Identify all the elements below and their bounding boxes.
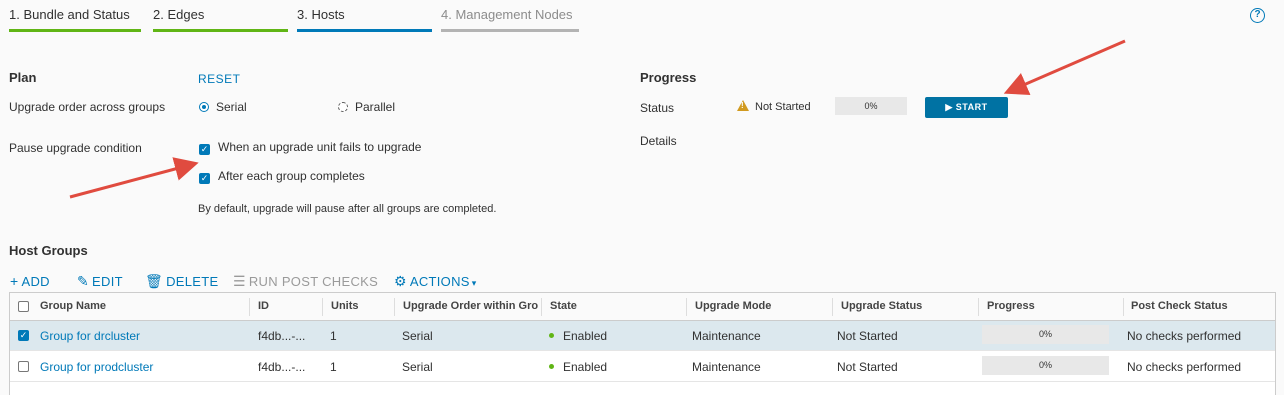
details-label: Details [640, 134, 677, 148]
chevron-down-icon: ▾ [471, 278, 477, 288]
run-post-checks-button[interactable]: ☰ RUN POST CHECKS [233, 273, 378, 290]
parallel-label: Parallel [355, 100, 396, 114]
host-groups-title: Host Groups [9, 243, 88, 258]
table-row[interactable]: Group for prodcluster f4db...-... 1 Seri… [10, 352, 1275, 382]
column-header[interactable]: Progress [987, 300, 1035, 312]
warning-icon [737, 100, 749, 111]
delete-label: DELETE [166, 274, 219, 289]
column-header[interactable]: Upgrade Mode [695, 300, 771, 312]
actions-label: ACTIONS [409, 274, 470, 289]
radio-selected-icon [199, 102, 209, 112]
checklist-icon: ☰ [233, 273, 246, 289]
parallel-radio[interactable]: Parallel [338, 100, 395, 114]
delete-button[interactable]: 🗑 DELETE [145, 273, 218, 290]
pause-after-group-label: After each group completes [218, 169, 365, 183]
group-status: Not Started [837, 360, 898, 374]
help-icon[interactable]: ? [1250, 8, 1265, 23]
pause-on-fail-label: When an upgrade unit fails to upgrade [218, 140, 422, 154]
select-all-checkbox[interactable] [18, 301, 29, 312]
overall-progress-bar: 0% [835, 97, 907, 115]
column-header[interactable]: Group Name [40, 300, 240, 312]
column-header[interactable]: Units [331, 300, 359, 312]
group-mode: Maintenance [692, 360, 761, 374]
add-button[interactable]: + ADD [10, 273, 50, 289]
group-name-link[interactable]: Group for prodcluster [40, 360, 153, 374]
serial-label: Serial [216, 100, 247, 114]
step-label: 4. Management Nodes [441, 7, 573, 22]
run-post-checks-label: RUN POST CHECKS [248, 274, 379, 289]
step-label: 1. Bundle and Status [9, 7, 130, 22]
plus-icon: + [10, 273, 19, 289]
step-edges[interactable]: 2. Edges [153, 0, 288, 32]
progress-title: Progress [640, 70, 697, 85]
group-mode: Maintenance [692, 329, 761, 343]
pause-on-fail-checkbox[interactable]: ✓ When an upgrade unit fails to upgrade [199, 140, 421, 155]
column-header[interactable]: State [550, 300, 577, 312]
state-text: Enabled [563, 329, 608, 343]
table-row[interactable]: ✓ Group for drcluster f4db...-... 1 Seri… [10, 321, 1275, 351]
arrow-to-pause-checkbox [69, 157, 199, 199]
group-post-check: No checks performed [1127, 360, 1242, 374]
row-checkbox-checked-icon[interactable]: ✓ [18, 330, 29, 341]
pause-default-note: By default, upgrade will pause after all… [198, 203, 497, 215]
pause-after-group-checkbox[interactable]: ✓ After each group completes [199, 169, 365, 184]
actions-dropdown[interactable]: ⚙ ACTIONS ▾ [394, 273, 477, 290]
group-order: Serial [402, 360, 433, 374]
group-order: Serial [402, 329, 433, 343]
status-value: Not Started [737, 100, 811, 113]
state-text: Enabled [563, 360, 608, 374]
radio-unselected-icon [338, 102, 348, 112]
host-groups-table: Group Name ID Units Upgrade Order within… [9, 292, 1276, 395]
gear-icon: ⚙ [394, 273, 407, 289]
checkbox-checked-icon: ✓ [199, 173, 210, 184]
plan-title: Plan [9, 70, 37, 85]
step-hosts[interactable]: 3. Hosts [297, 0, 432, 32]
edit-label: EDIT [92, 274, 123, 289]
status-label: Status [640, 101, 675, 115]
column-header[interactable]: Upgrade Status [841, 300, 922, 312]
step-label: 3. Hosts [297, 7, 345, 22]
upgrade-order-label: Upgrade order across groups [9, 100, 166, 114]
trash-icon: 🗑 [145, 273, 164, 289]
group-status: Not Started [837, 329, 898, 343]
group-id: f4db...-... [258, 329, 306, 343]
reset-link[interactable]: RESET [198, 72, 241, 86]
arrow-to-start-button [1003, 39, 1126, 96]
pause-condition-label: Pause upgrade condition [9, 141, 142, 155]
column-header[interactable]: ID [258, 300, 269, 312]
enabled-dot-icon [549, 333, 554, 338]
step-management-nodes[interactable]: 4. Management Nodes [441, 0, 579, 32]
serial-radio[interactable]: Serial [199, 100, 247, 114]
pencil-icon: ✎ [77, 273, 90, 289]
start-button[interactable]: ▶ START [925, 97, 1008, 118]
step-bundle-and-status[interactable]: 1. Bundle and Status [9, 0, 141, 32]
group-units: 1 [330, 360, 337, 374]
group-state: Enabled [549, 329, 607, 343]
group-id: f4db...-... [258, 360, 306, 374]
column-header[interactable]: Post Check Status [1131, 300, 1228, 312]
group-name-link[interactable]: Group for drcluster [40, 329, 140, 343]
step-label: 2. Edges [153, 7, 205, 22]
group-progress-bar: 0% [982, 356, 1109, 375]
status-text: Not Started [755, 101, 811, 113]
group-state: Enabled [549, 360, 607, 374]
checkbox-checked-icon: ✓ [199, 144, 210, 155]
table-header: Group Name ID Units Upgrade Order within… [10, 293, 1275, 321]
group-units: 1 [330, 329, 337, 343]
group-progress-bar: 0% [982, 325, 1109, 344]
edit-button[interactable]: ✎ EDIT [77, 273, 123, 290]
column-header[interactable]: Upgrade Order within Gro [403, 300, 540, 312]
enabled-dot-icon [549, 364, 554, 369]
add-label: ADD [21, 274, 50, 289]
row-checkbox[interactable] [18, 361, 29, 372]
group-post-check: No checks performed [1127, 329, 1242, 343]
